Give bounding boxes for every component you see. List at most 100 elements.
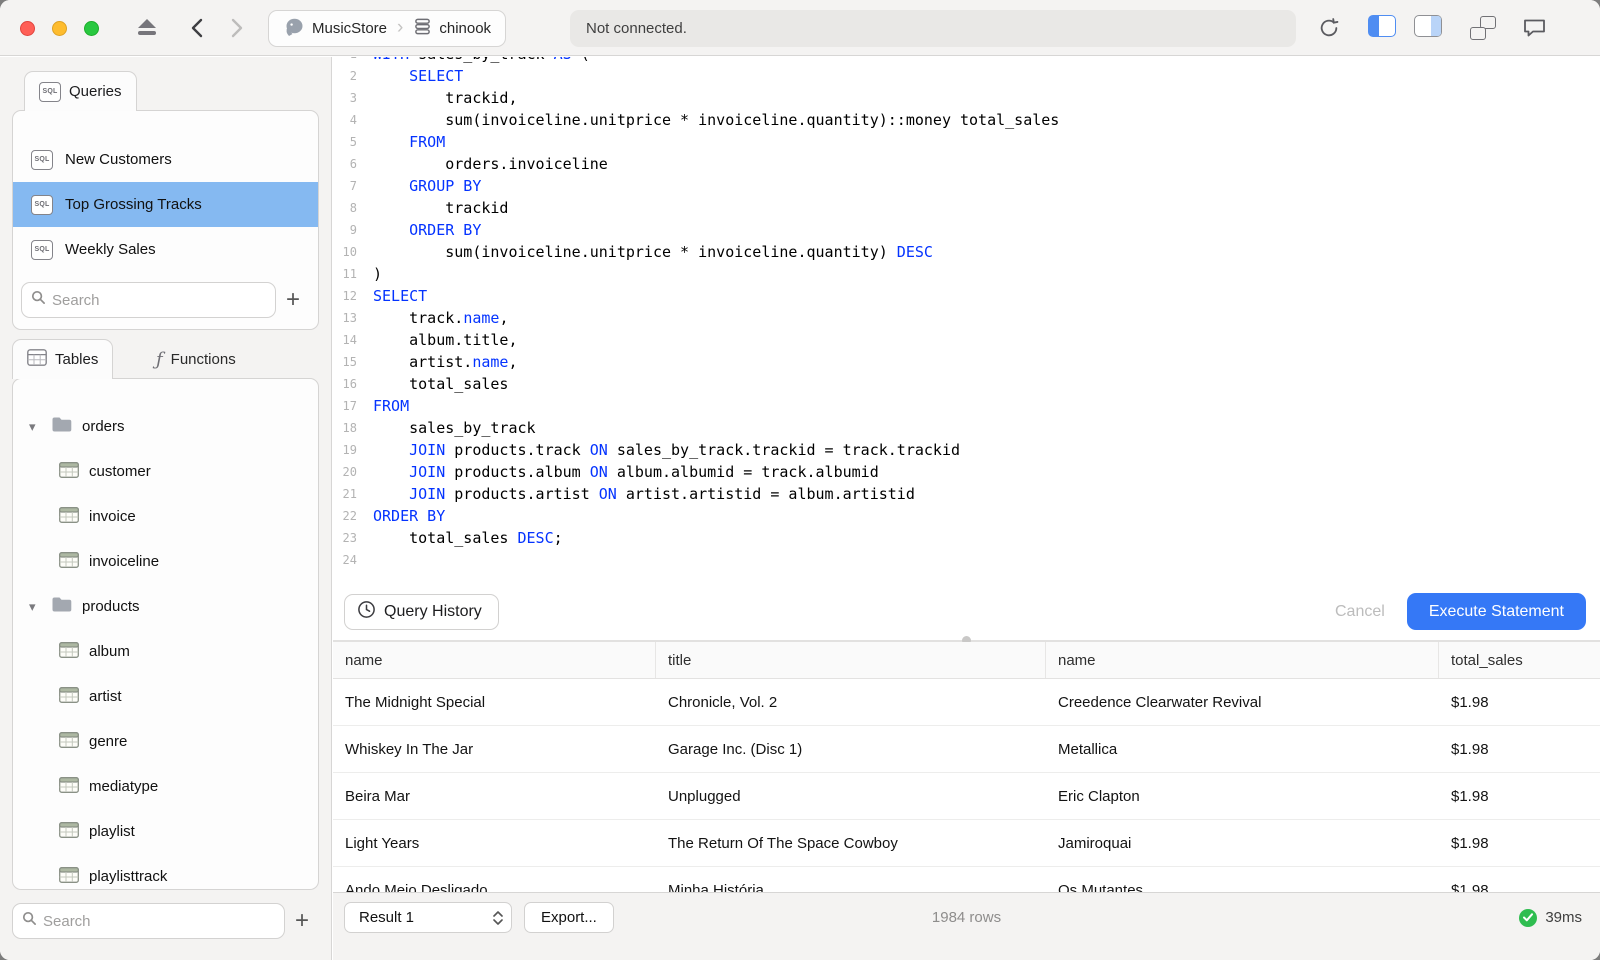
result-selector-label: Result 1	[359, 909, 415, 926]
table-cell[interactable]: Whiskey In The Jar	[333, 726, 656, 772]
table-tree-row[interactable]: playlist	[13, 809, 318, 854]
code-text: FROM	[409, 133, 446, 151]
table-cell[interactable]: $1.98	[1439, 773, 1600, 819]
editor-action-bar: Query History Cancel Execute Statement	[333, 583, 1600, 640]
table-tree-row[interactable]: album	[13, 629, 318, 674]
table-grid-icon	[59, 551, 79, 572]
query-list-item[interactable]: SQL Top Grossing Tracks	[13, 182, 318, 227]
tab-queries[interactable]: SQL Queries	[24, 71, 137, 111]
column-header[interactable]: name	[333, 642, 656, 678]
toggle-left-sidebar-icon[interactable]	[1368, 15, 1396, 37]
table-cell[interactable]: $1.98	[1439, 679, 1600, 725]
breadcrumb: MusicStore › chinook	[268, 10, 507, 47]
table-cell[interactable]: Creedence Clearwater Revival	[1046, 679, 1439, 725]
tab-queries-label: Queries	[69, 83, 122, 100]
toggle-right-sidebar-icon[interactable]	[1414, 15, 1442, 37]
table-tree-row[interactable]: customer	[13, 449, 318, 494]
windows-icon[interactable]	[1470, 16, 1496, 40]
code-text: track.name,	[373, 309, 509, 327]
table-cell[interactable]: Light Years	[333, 820, 656, 866]
table-grid-icon	[59, 686, 79, 707]
table-cell[interactable]: The Midnight Special	[333, 679, 656, 725]
table-tree-row[interactable]: invoice	[13, 494, 318, 539]
column-header[interactable]: total_sales	[1439, 642, 1600, 678]
back-button[interactable]	[186, 16, 208, 40]
table-cell[interactable]: Beira Mar	[333, 773, 656, 819]
code-text: JOIN products.artist ON artist.artistid …	[409, 485, 915, 503]
forward-button[interactable]	[226, 16, 248, 40]
table-tree-row[interactable]: mediatype	[13, 764, 318, 809]
table-cell[interactable]: The Return Of The Space Cowboy	[656, 820, 1046, 866]
table-cell[interactable]: Jamiroquai	[1046, 820, 1439, 866]
line-number: 2	[349, 69, 357, 83]
chat-bubble-icon[interactable]	[1522, 17, 1547, 44]
table-cell[interactable]: Metallica	[1046, 726, 1439, 772]
column-header[interactable]: title	[656, 642, 1046, 678]
tab-tables[interactable]: Tables	[12, 339, 114, 379]
table-cell[interactable]: $1.98	[1439, 726, 1600, 772]
zoom-window-button[interactable]	[84, 21, 99, 36]
query-list-item[interactable]: SQL Weekly Sales	[13, 227, 318, 272]
table-tree-row[interactable]: genre	[13, 719, 318, 764]
table-cell[interactable]: Garage Inc. (Disc 1)	[656, 726, 1046, 772]
code-line: 10 sum(invoiceline.unitprice * invoiceli…	[333, 241, 1600, 263]
code-text: trackid,	[373, 89, 518, 107]
add-table-button[interactable]: +	[285, 904, 319, 938]
table-tree-row[interactable]: invoiceline	[13, 539, 318, 584]
code-line: 21 JOIN products.artist ON artist.artist…	[333, 483, 1600, 505]
query-history-button[interactable]: Query History	[344, 593, 499, 630]
code-text: )	[373, 265, 383, 283]
table-search-field[interactable]	[12, 903, 285, 939]
table-cell[interactable]: $1.98	[1439, 867, 1600, 893]
sql-file-icon: SQL	[31, 194, 53, 215]
minimize-window-button[interactable]	[52, 21, 67, 36]
close-window-button[interactable]	[20, 21, 35, 36]
table-row[interactable]: Ando Meio Desligado Minha História Os Muta…	[333, 867, 1600, 893]
schema-folder-row[interactable]: ▾ products	[13, 584, 318, 629]
connection-status-text: Not connected.	[586, 20, 687, 37]
table-row[interactable]: The Midnight Special Chronicle, Vol. 2 Cre…	[333, 679, 1600, 726]
table-search-input[interactable]	[43, 912, 275, 930]
refresh-icon[interactable]	[1318, 17, 1340, 44]
cancel-button[interactable]: Cancel	[1313, 603, 1407, 621]
table-cell[interactable]: Minha História	[656, 867, 1046, 893]
add-query-button[interactable]: +	[276, 283, 310, 317]
table-cell[interactable]: Eric Clapton	[1046, 773, 1439, 819]
code-line: 9 ORDER BY	[333, 219, 1600, 241]
line-number: 7	[349, 179, 357, 193]
table-tree-row[interactable]: playlisttrack	[13, 854, 318, 889]
export-button[interactable]: Export...	[524, 902, 614, 933]
query-search-field[interactable]	[21, 282, 276, 318]
query-list-item[interactable]: SQL New Customers	[13, 137, 318, 182]
result-selector-dropdown[interactable]: Result 1	[344, 902, 512, 933]
chevron-down-icon[interactable]: ▾	[29, 599, 41, 615]
disconnect-eject-icon[interactable]	[136, 17, 158, 39]
table-row[interactable]: Beira Mar Unplugged Eric Clapton $1.98	[333, 773, 1600, 820]
sql-file-icon: SQL	[39, 81, 61, 102]
query-history-label: Query History	[384, 602, 482, 620]
table-row[interactable]: Light Years The Return Of The Space Cowbo…	[333, 820, 1600, 867]
query-search-input[interactable]	[52, 291, 266, 309]
line-number: 5	[349, 135, 357, 149]
database-stack-icon	[413, 17, 432, 40]
code-line: 7 GROUP BY	[333, 175, 1600, 197]
line-number: 19	[342, 443, 357, 457]
chevron-down-icon[interactable]: ▾	[29, 419, 41, 435]
code-line: 5 FROM	[333, 131, 1600, 153]
breadcrumb-database[interactable]: MusicStore	[283, 16, 387, 42]
sql-editor[interactable]: 1WITH sales_by_track AS (2 SELECT3 track…	[333, 57, 1600, 583]
code-text: SELECT	[409, 67, 464, 85]
table-cell[interactable]: $1.98	[1439, 820, 1600, 866]
table-cell[interactable]: Ando Meio Desligado	[333, 867, 656, 893]
table-grid-icon	[59, 866, 79, 887]
table-cell[interactable]: Unplugged	[656, 773, 1046, 819]
tab-functions[interactable]: ƒ Functions	[142, 339, 250, 379]
table-cell[interactable]: Chronicle, Vol. 2	[656, 679, 1046, 725]
table-row[interactable]: Whiskey In The Jar Garage Inc. (Disc 1) Me…	[333, 726, 1600, 773]
breadcrumb-schema[interactable]: chinook	[413, 17, 491, 40]
column-header[interactable]: name	[1046, 642, 1439, 678]
table-tree-row[interactable]: artist	[13, 674, 318, 719]
schema-folder-row[interactable]: ▾ orders	[13, 404, 318, 449]
table-cell[interactable]: Os Mutantes	[1046, 867, 1439, 893]
execute-statement-button[interactable]: Execute Statement	[1406, 593, 1586, 630]
